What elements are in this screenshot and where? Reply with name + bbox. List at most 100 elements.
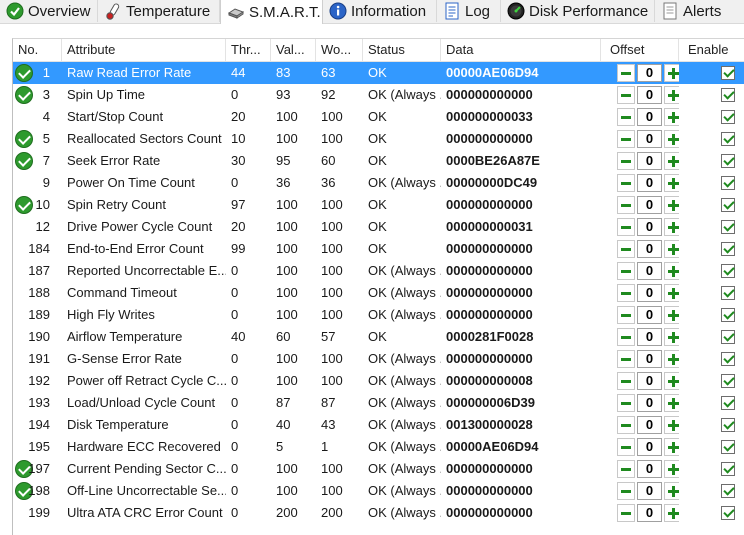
offset-increment-button[interactable]: [664, 218, 679, 236]
offset-decrement-button[interactable]: [617, 262, 635, 280]
offset-value-field[interactable]: 0: [637, 64, 662, 82]
offset-increment-button[interactable]: [664, 328, 679, 346]
offset-decrement-button[interactable]: [617, 240, 635, 258]
enable-checkbox[interactable]: [721, 66, 735, 80]
offset-increment-button[interactable]: [664, 438, 679, 456]
enable-checkbox[interactable]: [721, 154, 735, 168]
offset-value-field[interactable]: 0: [637, 284, 662, 302]
enable-checkbox[interactable]: [721, 330, 735, 344]
enable-checkbox[interactable]: [721, 198, 735, 212]
offset-value-field[interactable]: 0: [637, 460, 662, 478]
offset-increment-button[interactable]: [664, 306, 679, 324]
table-row[interactable]: 1 Raw Read Error Rate 44 83 63 OK 00000AE06D94…: [13, 62, 744, 84]
offset-value-field[interactable]: 0: [637, 350, 662, 368]
table-row[interactable]: 194Disk Temperature04043OK (Always ...00…: [13, 414, 744, 436]
column-header-status[interactable]: Status: [363, 39, 441, 61]
offset-decrement-button[interactable]: [617, 284, 635, 302]
offset-value-field[interactable]: 0: [637, 108, 662, 126]
offset-decrement-button[interactable]: [617, 108, 635, 126]
table-row[interactable]: 5 Reallocated Sectors Count 10 100 100 OK 0000…: [13, 128, 744, 150]
column-header-threshold[interactable]: Thr...: [226, 39, 271, 61]
offset-decrement-button[interactable]: [617, 196, 635, 214]
tab-alerts[interactable]: Alerts: [655, 0, 744, 22]
column-header-offset[interactable]: Offset: [601, 39, 679, 61]
offset-increment-button[interactable]: [664, 196, 679, 214]
column-header-worst[interactable]: Wo...: [316, 39, 363, 61]
table-row[interactable]: 12 Drive Power Cycle Count 20 100 100 OK 00000…: [13, 216, 744, 238]
offset-value-field[interactable]: 0: [637, 240, 662, 258]
enable-checkbox[interactable]: [721, 396, 735, 410]
enable-checkbox[interactable]: [721, 88, 735, 102]
offset-increment-button[interactable]: [664, 504, 679, 522]
enable-checkbox[interactable]: [721, 440, 735, 454]
enable-checkbox[interactable]: [721, 308, 735, 322]
offset-increment-button[interactable]: [664, 394, 679, 412]
offset-decrement-button[interactable]: [617, 86, 635, 104]
column-header-data[interactable]: Data: [441, 39, 601, 61]
table-row[interactable]: 184 End-to-End Error Count 99 100 100 OK 00000…: [13, 238, 744, 260]
table-row[interactable]: 192 Power off Retract Cycle C... 0 100 100 OK…: [13, 370, 744, 392]
offset-decrement-button[interactable]: [617, 130, 635, 148]
offset-decrement-button[interactable]: [617, 306, 635, 324]
enable-checkbox[interactable]: [721, 220, 735, 234]
offset-value-field[interactable]: 0: [637, 394, 662, 412]
offset-decrement-button[interactable]: [617, 394, 635, 412]
offset-increment-button[interactable]: [664, 174, 679, 192]
table-row[interactable]: 3Spin Up Time09392OK (Always ...00000000…: [13, 84, 744, 106]
column-header-value[interactable]: Val...: [271, 39, 316, 61]
offset-value-field[interactable]: 0: [637, 196, 662, 214]
column-header-no[interactable]: No.: [13, 39, 62, 61]
offset-decrement-button[interactable]: [617, 504, 635, 522]
offset-decrement-button[interactable]: [617, 328, 635, 346]
offset-decrement-button[interactable]: [617, 64, 635, 82]
offset-increment-button[interactable]: [664, 482, 679, 500]
table-row[interactable]: 193 Load/Unload Cycle Count 0 87 87 OK (Alway…: [13, 392, 744, 414]
offset-decrement-button[interactable]: [617, 218, 635, 236]
enable-checkbox[interactable]: [721, 506, 735, 520]
offset-value-field[interactable]: 0: [637, 306, 662, 324]
offset-value-field[interactable]: 0: [637, 438, 662, 456]
table-row[interactable]: 187 Reported Uncorrectable E... 0 100 100 OK …: [13, 260, 744, 282]
offset-increment-button[interactable]: [664, 262, 679, 280]
offset-decrement-button[interactable]: [617, 482, 635, 500]
table-row[interactable]: 7 Seek Error Rate 30 95 60 OK 0000BE26A87E 0: [13, 150, 744, 172]
enable-checkbox[interactable]: [721, 132, 735, 146]
column-header-enable[interactable]: Enable: [679, 39, 744, 61]
offset-value-field[interactable]: 0: [637, 130, 662, 148]
offset-increment-button[interactable]: [664, 460, 679, 478]
offset-increment-button[interactable]: [664, 350, 679, 368]
offset-value-field[interactable]: 0: [637, 152, 662, 170]
enable-checkbox[interactable]: [721, 462, 735, 476]
offset-value-field[interactable]: 0: [637, 262, 662, 280]
offset-decrement-button[interactable]: [617, 438, 635, 456]
tab-temperature[interactable]: Temperature: [98, 0, 220, 22]
offset-increment-button[interactable]: [664, 130, 679, 148]
tab-log[interactable]: Log: [437, 0, 501, 22]
tab-disk-performance[interactable]: Disk Performance: [501, 0, 655, 22]
offset-value-field[interactable]: 0: [637, 328, 662, 346]
offset-value-field[interactable]: 0: [637, 504, 662, 522]
offset-value-field[interactable]: 0: [637, 372, 662, 390]
enable-checkbox[interactable]: [721, 286, 735, 300]
offset-decrement-button[interactable]: [617, 372, 635, 390]
offset-decrement-button[interactable]: [617, 152, 635, 170]
offset-value-field[interactable]: 0: [637, 218, 662, 236]
enable-checkbox[interactable]: [721, 110, 735, 124]
enable-checkbox[interactable]: [721, 242, 735, 256]
offset-increment-button[interactable]: [664, 86, 679, 104]
offset-increment-button[interactable]: [664, 372, 679, 390]
table-row[interactable]: 189 High Fly Writes 0 100 100 OK (Always ... 0…: [13, 304, 744, 326]
enable-checkbox[interactable]: [721, 418, 735, 432]
table-row[interactable]: 191 G-Sense Error Rate 0 100 100 OK (Always .…: [13, 348, 744, 370]
offset-value-field[interactable]: 0: [637, 482, 662, 500]
table-row[interactable]: 198 Off-Line Uncorrectable Se... 0 100 100 OK…: [13, 480, 744, 502]
offset-value-field[interactable]: 0: [637, 174, 662, 192]
table-row[interactable]: 199 Ultra ATA CRC Error Count 0 200 200 OK (A…: [13, 502, 744, 524]
table-row[interactable]: 195 Hardware ECC Recovered 0 5 1 OK (Always .…: [13, 436, 744, 458]
offset-decrement-button[interactable]: [617, 416, 635, 434]
offset-decrement-button[interactable]: [617, 350, 635, 368]
offset-value-field[interactable]: 0: [637, 86, 662, 104]
enable-checkbox[interactable]: [721, 264, 735, 278]
offset-increment-button[interactable]: [664, 284, 679, 302]
enable-checkbox[interactable]: [721, 352, 735, 366]
